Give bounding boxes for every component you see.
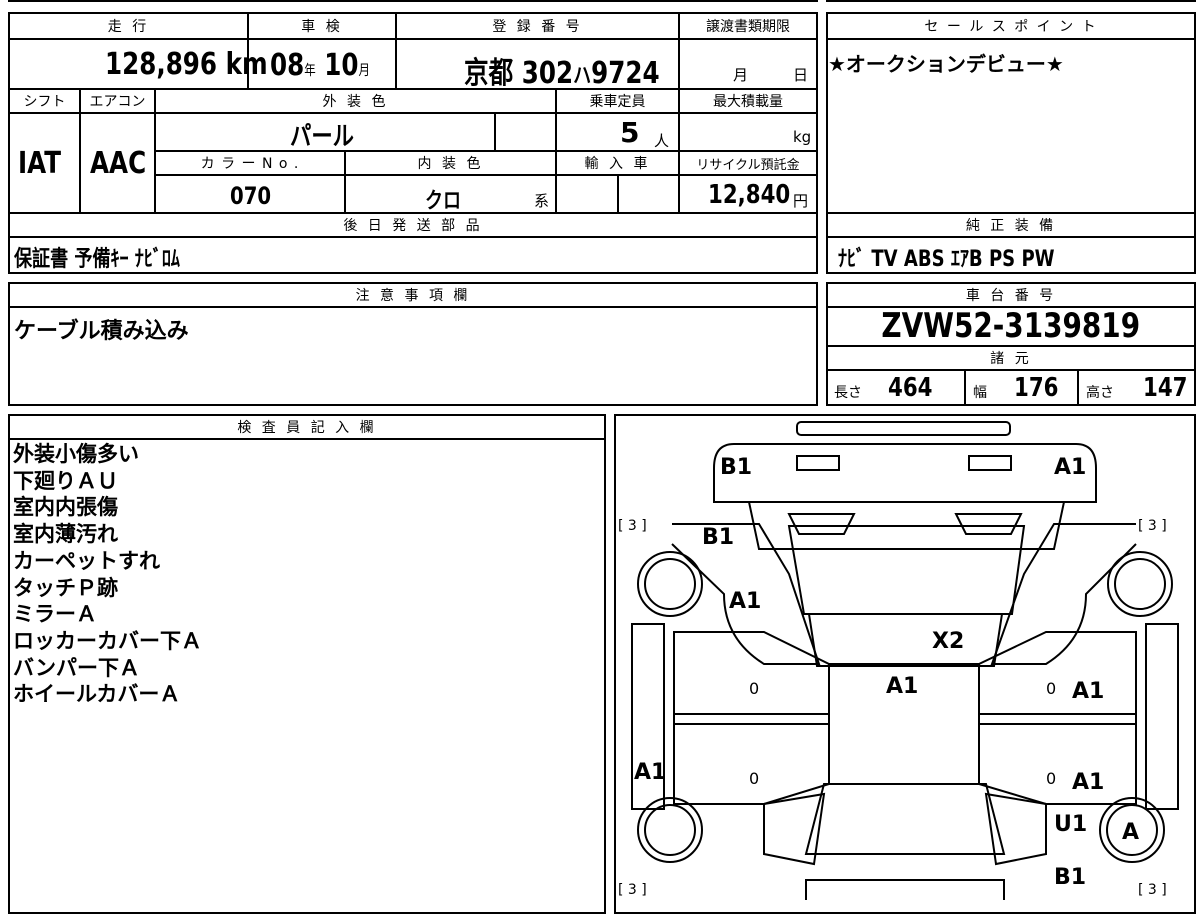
inspector-note: 室内薄汚れ (13, 522, 118, 547)
header-ac: エアコン (81, 90, 154, 112)
small-zero: 0 (1046, 679, 1056, 698)
header-recycle: リサイクル預託金 (680, 152, 816, 174)
header-notes: 注 意 事 項 欄 (10, 284, 816, 306)
damage-mark: U1 (1054, 812, 1087, 837)
col-divider (494, 112, 496, 152)
inspector-notes-list: 外装小傷多い 下廻りＡＵ 室内内張傷 室内薄汚れ カーペットすれ タッチＰ跡 ミ… (13, 441, 202, 708)
row-divider (826, 38, 1196, 40)
damage-mark: B1 (702, 525, 734, 550)
header-sales-point: セ ー ル ス ポ イ ン ト (828, 14, 1194, 38)
col-divider (1077, 369, 1079, 406)
corner-label: [ 3 ] (618, 518, 647, 534)
deadline-day: 日 (793, 66, 809, 84)
small-zero: 0 (749, 679, 759, 698)
inspector-note: ホイールカバーＡ (13, 682, 181, 707)
length-label: 長さ (834, 385, 862, 401)
row-divider (8, 38, 818, 40)
inspector-note: 外装小傷多い (13, 442, 139, 466)
shift-value: IAT (18, 146, 62, 181)
header-inspector: 検 査 員 記 入 欄 (10, 416, 604, 438)
color-no-value: 070 (230, 182, 272, 210)
max-load-unit: kg (793, 128, 812, 146)
genuine-equipment-value: ﾅﾋﾞ TV ABS ｴｱB PS PW (838, 247, 1055, 272)
header-inspection: 車 検 (249, 14, 395, 38)
col-divider (964, 369, 966, 406)
damage-mark: A1 (729, 589, 761, 614)
inspector-note: 室内内張傷 (13, 495, 118, 520)
header-later-parts: 後 日 発 送 部 品 (10, 214, 816, 236)
damage-mark: B1 (720, 455, 752, 480)
height-label: 高さ (1086, 385, 1114, 401)
row-divider (8, 112, 818, 114)
registration-number: 京都 302ハ9724 (464, 56, 660, 91)
corner-label: [ 3 ] (1138, 518, 1167, 534)
ac-value: AAC (90, 146, 147, 181)
damage-mark: A1 (886, 674, 918, 699)
length-value: 464 (888, 373, 933, 403)
height-value: 147 (1143, 373, 1188, 403)
inspector-note: タッチＰ跡 (13, 575, 118, 600)
interior-color-suffix: 系 (534, 192, 550, 210)
row-divider (8, 236, 818, 238)
interior-color-value: クロ (425, 189, 462, 214)
row-divider (826, 236, 1196, 238)
inspection-value: 08年 10月 (270, 48, 371, 83)
header-capacity: 乗車定員 (557, 90, 678, 112)
col-divider (617, 174, 619, 214)
header-mileage: 走 行 (10, 14, 247, 38)
header-interior-color: 内 装 色 (346, 152, 555, 174)
deadline-month: 月 (733, 66, 749, 84)
inspector-note: ロッカーカバー下Ａ (13, 628, 202, 653)
top-border-right (826, 0, 1196, 2)
chassis-no-value: ZVW52-3139819 (881, 306, 1141, 346)
inspector-note: 下廻りＡＵ (13, 468, 118, 493)
inspector-note: バンパー下Ａ (13, 655, 141, 680)
corner-label: [ 3 ] (1138, 882, 1167, 898)
header-import: 輸 入 車 (557, 152, 678, 174)
capacity-unit: 人 (654, 132, 670, 150)
damage-mark: X2 (932, 629, 964, 654)
width-value: 176 (1014, 373, 1059, 403)
header-exterior-color: 外 装 色 (156, 90, 555, 112)
damage-mark: A1 (634, 760, 666, 785)
inspector-note: カーペットすれ (13, 548, 160, 573)
recycle-unit: 円 (793, 192, 809, 210)
width-label: 幅 (973, 385, 987, 401)
damage-mark: A1 (1072, 679, 1104, 704)
notes-value: ケーブル積み込み (14, 319, 189, 344)
header-specs: 諸 元 (828, 347, 1194, 369)
damage-mark: A (1122, 820, 1139, 845)
damage-mark: B1 (1054, 865, 1086, 890)
header-color-no: カ ラ ー N o . (156, 152, 344, 174)
row-divider (8, 306, 818, 308)
small-zero: 0 (1046, 769, 1056, 788)
header-shift: シフト (10, 90, 79, 112)
sales-point-value: ★オークションデビュー★ (828, 52, 1064, 76)
corner-label: [ 3 ] (618, 882, 647, 898)
row-divider (8, 438, 606, 440)
header-genuine-equipment: 純 正 装 備 (828, 214, 1194, 236)
damage-mark: A1 (1054, 455, 1086, 480)
header-registration: 登 録 番 号 (397, 14, 678, 38)
inspector-note: ミラーＡ (13, 602, 97, 627)
row-divider (826, 369, 1196, 371)
damage-mark: A1 (1072, 770, 1104, 795)
capacity-value: 5 (620, 116, 640, 149)
small-zero: 0 (749, 769, 759, 788)
top-border (8, 0, 818, 2)
row-divider (154, 174, 818, 176)
exterior-color-value: パール (290, 122, 354, 152)
car-diagram: [ 3 ] [ 3 ] [ 3 ] [ 3 ] B1 A1 B1 A1 X2 A… (618, 421, 1179, 900)
header-chassis-no: 車 台 番 号 (828, 284, 1194, 306)
header-transfer-deadline: 譲渡書類期限 (680, 14, 816, 38)
header-max-load: 最大積載量 (680, 90, 816, 112)
later-parts-value: 保証書 予備ｷｰ ﾅﾋﾞﾛﾑ (14, 247, 180, 272)
